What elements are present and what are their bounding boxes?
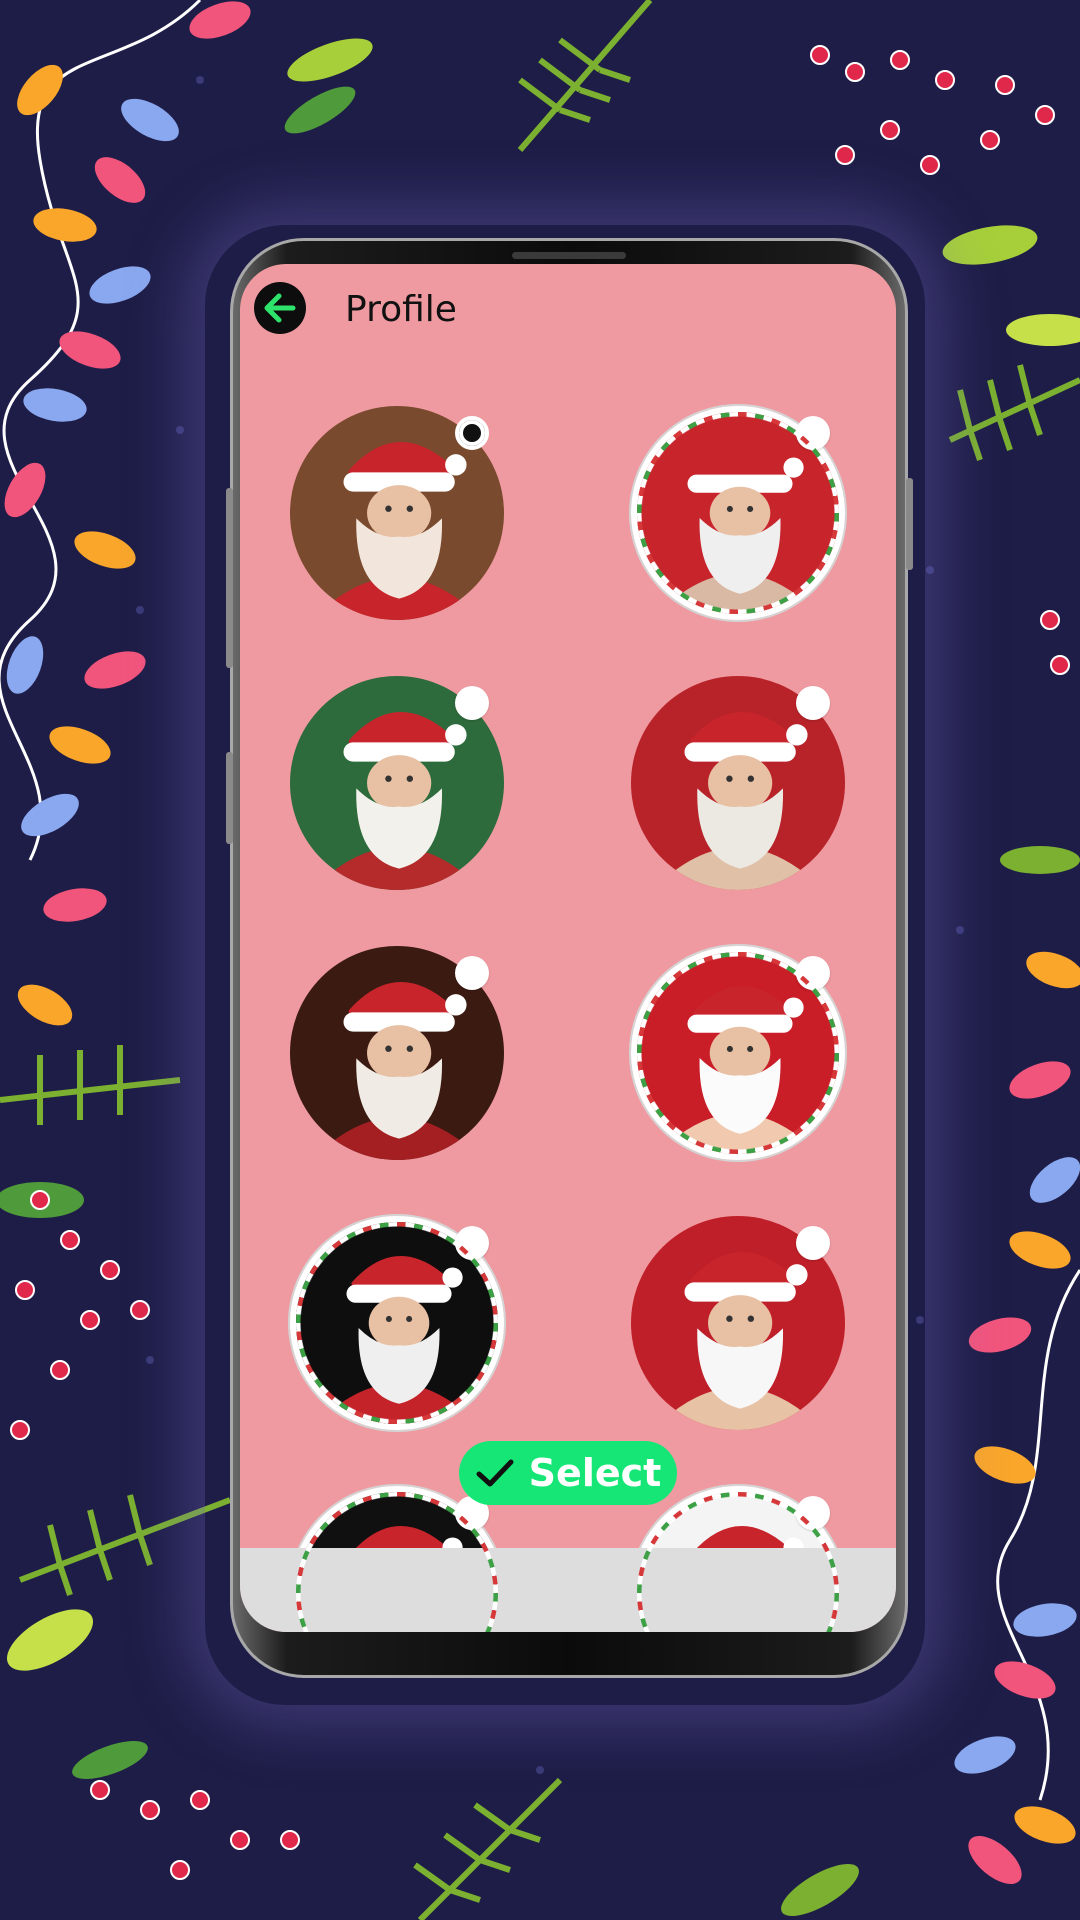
santa-portrait-icon [637, 1492, 839, 1632]
profile-item[interactable] [290, 406, 504, 620]
select-radio[interactable] [455, 686, 489, 720]
profile-grid [240, 264, 896, 1632]
profile-item[interactable] [631, 1486, 845, 1632]
santa-portrait-icon [637, 952, 839, 1154]
select-button[interactable]: Select [459, 1441, 677, 1505]
phone-side-button [226, 752, 233, 844]
santa-avatar [631, 946, 845, 1160]
santa-portrait-icon [296, 1492, 498, 1632]
santa-portrait-icon [296, 1222, 498, 1424]
select-radio[interactable] [796, 686, 830, 720]
profile-item[interactable] [631, 676, 845, 890]
santa-avatar [631, 406, 845, 620]
phone-speaker [512, 252, 626, 259]
select-button-label: Select [528, 1451, 662, 1495]
select-radio[interactable] [455, 956, 489, 990]
santa-portrait-icon [637, 412, 839, 614]
app-screen: Profile Select [240, 264, 896, 1632]
profile-item[interactable] [631, 1216, 845, 1430]
santa-avatar [290, 1216, 504, 1430]
profile-item[interactable] [631, 406, 845, 620]
profile-item[interactable] [290, 676, 504, 890]
phone-volume-button [226, 488, 233, 668]
checkmark-icon [476, 1459, 514, 1487]
select-radio[interactable] [455, 416, 489, 450]
profile-item[interactable] [290, 1216, 504, 1430]
profile-item[interactable] [290, 946, 504, 1160]
select-radio[interactable] [796, 1226, 830, 1260]
profile-item[interactable] [290, 1486, 504, 1632]
profile-item[interactable] [631, 946, 845, 1160]
phone-power-button [906, 478, 913, 570]
